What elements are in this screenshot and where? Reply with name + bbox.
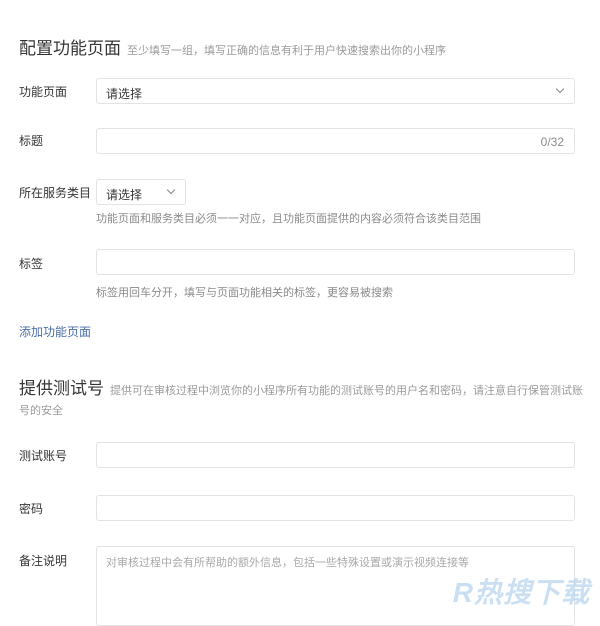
section-heading: 配置功能页面 xyxy=(19,39,121,58)
title-input[interactable]: 0/32 xyxy=(96,128,575,154)
section-description: 至少填写一组，填写正确的信息有利于用户快速搜索出你的小程序 xyxy=(127,45,446,57)
function-page-select[interactable]: 请选择 xyxy=(96,78,575,104)
section-title-configure-pages: 配置功能页面 至少填写一组，填写正确的信息有利于用户快速搜索出你的小程序 xyxy=(19,34,446,59)
section-description: 提供可在审核过程中浏览你的小程序所有功能的测试账号的用户名和密码，请注意自行保管… xyxy=(110,385,583,397)
tags-label: 标签 xyxy=(19,257,44,271)
password-input[interactable] xyxy=(96,495,575,521)
function-page-label: 功能页面 xyxy=(19,85,68,99)
watermark-logo: R热搜下载 xyxy=(452,577,590,608)
chevron-down-icon xyxy=(166,185,176,195)
service-category-select-value: 请选择 xyxy=(106,188,143,202)
service-category-select[interactable]: 请选择 xyxy=(96,179,186,205)
add-function-page-link[interactable]: 添加功能页面 xyxy=(19,323,91,340)
password-label: 密码 xyxy=(19,502,44,516)
section-heading: 提供测试号 xyxy=(19,379,104,398)
test-account-label: 测试账号 xyxy=(19,449,68,463)
tags-input[interactable] xyxy=(96,249,575,275)
remarks-placeholder: 对审核过程中会有所帮助的额外信息，包括一些特殊设置或演示视频连接等 xyxy=(106,557,469,569)
chevron-down-icon xyxy=(555,84,565,94)
section-title-test-account: 提供测试号 提供可在审核过程中浏览你的小程序所有功能的测试账号的用户名和密码，请注… xyxy=(19,374,583,399)
title-char-counter: 0/32 xyxy=(540,135,564,149)
section-description-continued: 号的安全 xyxy=(19,405,63,417)
remarks-label: 备注说明 xyxy=(19,554,68,568)
function-page-select-value: 请选择 xyxy=(106,87,143,101)
test-account-input[interactable] xyxy=(96,442,575,468)
title-label: 标题 xyxy=(19,134,44,148)
service-category-label: 所在服务类目 xyxy=(19,186,92,200)
tags-hint: 标签用回车分开，填写与页面功能相关的标签，更容易被搜索 xyxy=(96,287,393,299)
service-category-hint: 功能页面和服务类目必须一一对应，且功能页面提供的内容必须符合该类目范围 xyxy=(96,213,481,225)
